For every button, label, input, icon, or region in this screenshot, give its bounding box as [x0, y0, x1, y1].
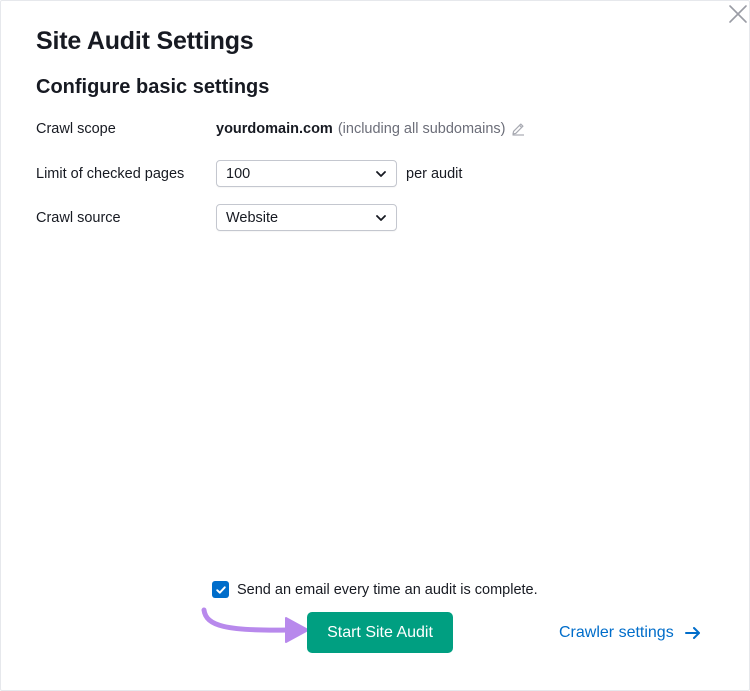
- close-icon: [729, 5, 747, 23]
- crawl-source-label: Crawl source: [36, 210, 121, 226]
- limit-select-value: 100: [226, 165, 251, 182]
- crawl-scope-value: yourdomain.com (including all subdomains…: [216, 119, 526, 139]
- dialog-title: Site Audit Settings: [36, 27, 254, 55]
- crawl-source-select[interactable]: Website: [216, 204, 397, 231]
- crawl-scope-label: Crawl scope: [36, 121, 116, 137]
- section-title: Configure basic settings: [36, 76, 270, 98]
- crawler-settings-link[interactable]: Crawler settings: [559, 622, 701, 644]
- email-checkbox[interactable]: [212, 581, 229, 598]
- chevron-down-icon: [376, 171, 386, 177]
- limit-select[interactable]: 100: [216, 160, 397, 187]
- site-audit-settings-dialog: Site Audit Settings Configure basic sett…: [0, 0, 750, 691]
- limit-label: Limit of checked pages: [36, 166, 185, 182]
- scope-domain: yourdomain.com: [216, 121, 333, 137]
- close-button[interactable]: [725, 1, 750, 27]
- crawler-settings-label: Crawler settings: [559, 624, 674, 641]
- scope-note: (including all subdomains): [337, 121, 506, 137]
- crawl-source-value: Website: [226, 209, 279, 226]
- chevron-down-icon: [376, 215, 386, 221]
- email-notification-row: Send an email every time an audit is com…: [212, 581, 538, 598]
- edit-scope-button[interactable]: [510, 121, 526, 137]
- pencil-icon: [512, 123, 525, 136]
- checkmark-icon: [215, 585, 226, 594]
- email-checkbox-label: Send an email every time an audit is com…: [237, 581, 538, 598]
- per-audit-suffix: per audit: [406, 166, 463, 182]
- start-site-audit-button[interactable]: Start Site Audit: [307, 612, 453, 653]
- arrow-right-icon: [684, 627, 700, 639]
